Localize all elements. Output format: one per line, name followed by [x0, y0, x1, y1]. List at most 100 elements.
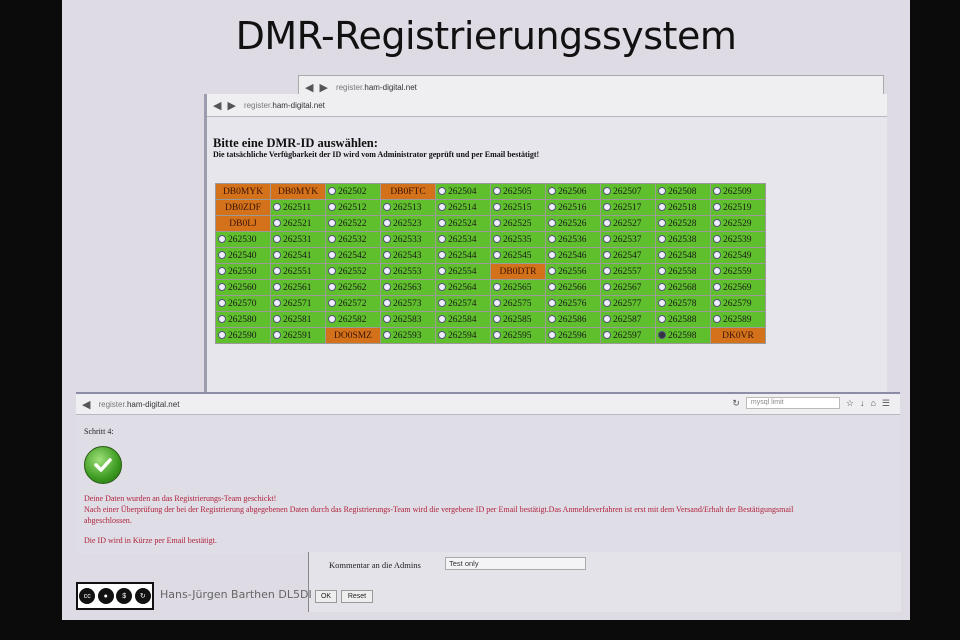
id-option[interactable]: 262593 — [381, 328, 435, 343]
id-option[interactable]: 262558 — [656, 264, 710, 279]
radio-button-icon[interactable] — [383, 219, 391, 228]
radio-button-icon[interactable] — [603, 267, 611, 276]
radio-button-icon[interactable] — [603, 219, 611, 228]
id-option[interactable]: 262566 — [546, 280, 600, 295]
id-option[interactable]: 262589 — [711, 312, 765, 327]
id-option[interactable]: 262597 — [601, 328, 655, 343]
radio-button-icon[interactable] — [273, 203, 281, 212]
id-option[interactable]: 262545 — [491, 248, 545, 263]
id-option[interactable]: 262572 — [326, 296, 380, 311]
radio-button-icon[interactable] — [658, 283, 666, 292]
radio-button-icon[interactable] — [273, 235, 281, 244]
id-option[interactable]: 262504 — [436, 184, 490, 199]
id-option[interactable]: 262538 — [656, 232, 710, 247]
radio-button-icon[interactable] — [438, 331, 446, 340]
radio-button-icon[interactable] — [383, 267, 391, 276]
id-option[interactable]: 262581 — [271, 312, 325, 327]
star-icon[interactable]: ☆ — [846, 398, 854, 409]
radio-button-icon[interactable] — [548, 187, 556, 196]
id-option[interactable]: 262543 — [381, 248, 435, 263]
radio-button-icon[interactable] — [383, 251, 391, 260]
id-option[interactable]: 262518 — [656, 200, 710, 215]
id-option[interactable]: 262515 — [491, 200, 545, 215]
id-option[interactable]: 262532 — [326, 232, 380, 247]
id-option[interactable]: 262552 — [326, 264, 380, 279]
id-option[interactable]: 262588 — [656, 312, 710, 327]
id-option[interactable]: 262559 — [711, 264, 765, 279]
confirmation-url-bar[interactable]: register.ham-digital.net — [98, 400, 179, 409]
id-option[interactable]: 262527 — [601, 216, 655, 231]
id-option[interactable]: 262582 — [326, 312, 380, 327]
back-arrow-icon[interactable]: ◀ — [213, 99, 221, 112]
radio-button-icon[interactable] — [658, 219, 666, 228]
radio-button-icon[interactable] — [713, 315, 721, 324]
radio-button-icon[interactable] — [273, 299, 281, 308]
id-option[interactable]: 262573 — [381, 296, 435, 311]
radio-button-icon[interactable] — [493, 331, 501, 340]
radio-button-icon[interactable] — [603, 315, 611, 324]
id-option[interactable]: 262513 — [381, 200, 435, 215]
radio-button-icon[interactable] — [713, 187, 721, 196]
radio-button-icon[interactable] — [548, 203, 556, 212]
id-option[interactable]: 262531 — [271, 232, 325, 247]
radio-button-icon[interactable] — [438, 251, 446, 260]
radio-button-icon[interactable] — [218, 235, 226, 244]
radio-button-icon[interactable] — [438, 315, 446, 324]
radio-button-icon[interactable] — [603, 251, 611, 260]
radio-button-icon[interactable] — [713, 203, 721, 212]
radio-button-icon[interactable] — [658, 315, 666, 324]
id-option[interactable]: 262575 — [491, 296, 545, 311]
id-option[interactable]: 262505 — [491, 184, 545, 199]
radio-button-icon[interactable] — [438, 219, 446, 228]
id-option[interactable]: 262514 — [436, 200, 490, 215]
radio-button-icon[interactable] — [328, 219, 336, 228]
id-option[interactable]: 262556 — [546, 264, 600, 279]
id-option[interactable]: 262537 — [601, 232, 655, 247]
radio-button-icon[interactable] — [548, 283, 556, 292]
id-option[interactable]: 262577 — [601, 296, 655, 311]
radio-button-icon[interactable] — [218, 299, 226, 308]
id-option[interactable]: 262525 — [491, 216, 545, 231]
radio-button-icon[interactable] — [328, 283, 336, 292]
id-option[interactable]: 262547 — [601, 248, 655, 263]
radio-button-icon[interactable] — [548, 219, 556, 228]
radio-button-icon[interactable] — [383, 203, 391, 212]
id-option[interactable]: 262516 — [546, 200, 600, 215]
radio-button-icon[interactable] — [713, 235, 721, 244]
radio-button-icon[interactable] — [493, 299, 501, 308]
radio-button-icon[interactable] — [328, 235, 336, 244]
id-option[interactable]: 262576 — [546, 296, 600, 311]
radio-button-icon[interactable] — [383, 235, 391, 244]
id-option[interactable]: 262587 — [601, 312, 655, 327]
id-option[interactable]: 262506 — [546, 184, 600, 199]
radio-button-icon[interactable] — [548, 315, 556, 324]
radio-button-icon[interactable] — [218, 283, 226, 292]
back-url-bar[interactable]: register.ham-digital.net — [336, 83, 417, 92]
radio-button-icon[interactable] — [713, 251, 721, 260]
radio-button-icon[interactable] — [603, 203, 611, 212]
radio-button-icon[interactable] — [218, 331, 226, 340]
radio-button-icon[interactable] — [493, 315, 501, 324]
radio-button-icon[interactable] — [328, 267, 336, 276]
id-option[interactable]: 262574 — [436, 296, 490, 311]
id-option[interactable]: 262521 — [271, 216, 325, 231]
radio-button-icon[interactable] — [493, 219, 501, 228]
radio-button-icon[interactable] — [328, 203, 336, 212]
id-option[interactable]: 262502 — [326, 184, 380, 199]
radio-button-icon[interactable] — [493, 187, 501, 196]
id-option[interactable]: 262578 — [656, 296, 710, 311]
radio-button-icon[interactable] — [493, 203, 501, 212]
id-option[interactable]: 262553 — [381, 264, 435, 279]
id-option[interactable]: 262554 — [436, 264, 490, 279]
id-option[interactable]: 262567 — [601, 280, 655, 295]
id-option[interactable]: 262529 — [711, 216, 765, 231]
radio-button-icon[interactable] — [548, 331, 556, 340]
radio-button-icon[interactable] — [218, 267, 226, 276]
download-icon[interactable]: ↓ — [860, 398, 865, 408]
id-option[interactable]: 262550 — [216, 264, 270, 279]
main-url-bar[interactable]: register.ham-digital.net — [244, 101, 325, 110]
id-option[interactable]: 262560 — [216, 280, 270, 295]
radio-button-icon[interactable] — [273, 315, 281, 324]
id-option[interactable]: 262586 — [546, 312, 600, 327]
radio-button-icon[interactable] — [713, 267, 721, 276]
